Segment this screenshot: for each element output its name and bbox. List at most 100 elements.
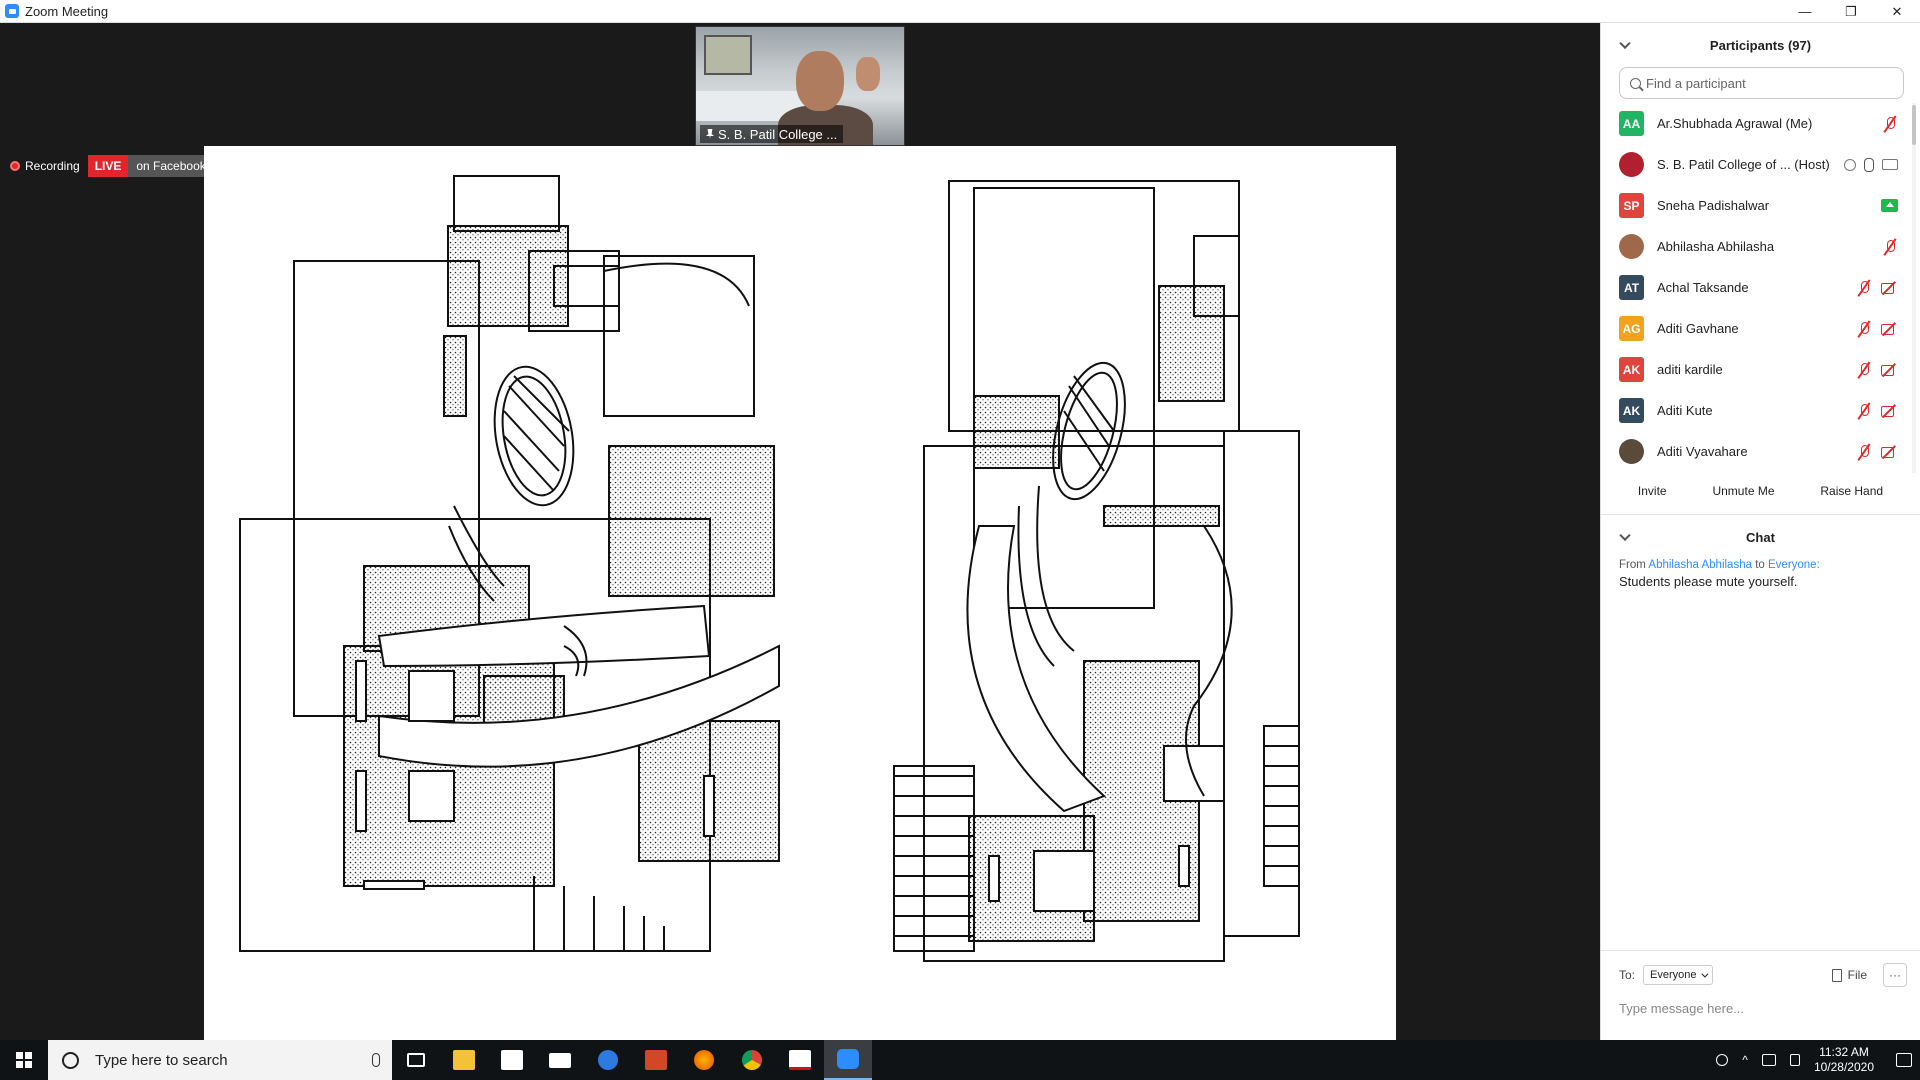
taskbar-clock[interactable]: 11:32 AM 10/28/2020: [1814, 1045, 1874, 1075]
participant-row[interactable]: AK aditi kardile: [1601, 349, 1920, 390]
participant-row[interactable]: AK Aditi Kute: [1601, 390, 1920, 431]
firefox-icon: [694, 1050, 714, 1070]
speaker-video-thumbnail[interactable]: S. B. Patil College ...: [695, 26, 905, 146]
collapse-chat-icon[interactable]: [1619, 529, 1631, 542]
start-button[interactable]: [0, 1040, 48, 1080]
video-off-icon[interactable]: [1880, 281, 1898, 295]
task-view-icon: [407, 1053, 425, 1067]
firefox-button[interactable]: [680, 1040, 728, 1080]
participant-row[interactable]: Aditi Vyavahare: [1601, 431, 1920, 472]
powerpoint-icon: [645, 1050, 667, 1070]
clock-time: 11:32 AM: [1819, 1045, 1869, 1059]
participants-title: Participants (97): [1709, 37, 1812, 53]
participant-scroll-track[interactable]: [1912, 103, 1916, 473]
screen-share-icon[interactable]: [1881, 199, 1898, 212]
network-icon[interactable]: [1761, 1054, 1776, 1066]
unmute-me-button[interactable]: Unmute Me: [1702, 479, 1785, 503]
participant-name: Abhilasha Abhilasha: [1657, 239, 1775, 254]
chat-message-input[interactable]: Type message here...: [1619, 1001, 1903, 1016]
avatar: [1619, 234, 1644, 259]
taskbar-search-placeholder: Type here to search: [95, 1051, 228, 1069]
microphone-icon[interactable]: [1864, 157, 1874, 172]
volume-icon[interactable]: [1789, 1054, 1800, 1066]
video-off-icon[interactable]: [1880, 445, 1898, 459]
participant-row[interactable]: SP Sneha Padishalwar: [1601, 185, 1920, 226]
participant-name: Aditi Vyavahare: [1657, 444, 1748, 459]
zoom-taskbar-button[interactable]: [824, 1040, 872, 1080]
participant-row[interactable]: AT Achal Taksande: [1601, 267, 1920, 308]
participant-actions: Invite Unmute Me Raise Hand: [1601, 473, 1920, 515]
recording-label: Recording: [25, 158, 80, 173]
recording-status-icon[interactable]: [1844, 158, 1856, 171]
acrobat-icon: [789, 1050, 811, 1070]
taskbar-search-box[interactable]: Type here to search: [48, 1040, 392, 1080]
zoom-app-icon: [5, 4, 19, 18]
live-platform-badge[interactable]: on Facebook: [128, 154, 214, 177]
video-off-icon[interactable]: [1880, 404, 1898, 418]
participant-row[interactable]: AA Ar.Shubhada Agrawal (Me): [1601, 103, 1920, 144]
folder-icon: [453, 1050, 475, 1070]
show-hidden-icons-icon[interactable]: ^: [1742, 1053, 1748, 1067]
recording-indicator: Recording LIVE on Facebook: [10, 154, 214, 177]
avatar: SP: [1619, 193, 1644, 218]
participant-scroll-thumb[interactable]: [1912, 105, 1916, 145]
window-titlebar: Zoom Meeting — ❐ ✕: [0, 0, 1920, 23]
muted-microphone-icon[interactable]: [1856, 444, 1872, 460]
edge-button[interactable]: [584, 1040, 632, 1080]
mail-icon: [549, 1052, 571, 1068]
acrobat-button[interactable]: [776, 1040, 824, 1080]
window-title: Zoom Meeting: [25, 3, 109, 19]
video-off-icon[interactable]: [1880, 322, 1898, 336]
muted-microphone-icon[interactable]: [1856, 280, 1872, 296]
live-badge[interactable]: LIVE: [87, 154, 129, 177]
minimize-button[interactable]: —: [1782, 0, 1828, 23]
speaker-name-label: S. B. Patil College ...: [700, 125, 844, 143]
chrome-button[interactable]: [728, 1040, 776, 1080]
notifications-icon[interactable]: [1896, 1053, 1912, 1067]
zoom-icon: [837, 1049, 859, 1069]
participant-name: Sneha Padishalwar: [1657, 198, 1770, 213]
participant-search-input[interactable]: Find a participant: [1619, 67, 1904, 99]
chat-file-button[interactable]: File: [1831, 968, 1867, 982]
task-view-button[interactable]: [392, 1040, 440, 1080]
chat-header: Chat: [1601, 515, 1920, 559]
chat-title: Chat: [1746, 529, 1775, 545]
powerpoint-button[interactable]: [632, 1040, 680, 1080]
muted-microphone-icon[interactable]: [1856, 403, 1872, 419]
raise-hand-button[interactable]: Raise Hand: [1810, 479, 1894, 503]
microphone-icon[interactable]: [372, 1053, 380, 1067]
people-icon[interactable]: [1716, 1054, 1729, 1066]
chat-composer: To: Everyone File ··· Type message here.…: [1601, 950, 1920, 1040]
muted-microphone-icon[interactable]: [1856, 321, 1872, 337]
store-button[interactable]: [488, 1040, 536, 1080]
participant-row[interactable]: S. B. Patil College of ... (Host): [1601, 144, 1920, 185]
collapse-participants-icon[interactable]: [1619, 37, 1631, 50]
invite-button[interactable]: Invite: [1627, 479, 1677, 503]
chat-recipient-select[interactable]: Everyone: [1643, 965, 1713, 985]
file-explorer-button[interactable]: [440, 1040, 488, 1080]
video-camera-icon[interactable]: [1882, 159, 1898, 170]
muted-microphone-icon[interactable]: [1882, 239, 1898, 255]
record-dot-icon: [10, 160, 20, 171]
store-icon: [501, 1050, 523, 1070]
video-off-icon[interactable]: [1880, 363, 1898, 377]
chat-more-button[interactable]: ···: [1883, 963, 1907, 987]
participant-name: Achal Taksande: [1657, 280, 1749, 295]
muted-microphone-icon[interactable]: [1856, 362, 1872, 378]
edge-icon: [598, 1050, 618, 1070]
participant-list: AA Ar.Shubhada Agrawal (Me) S. B. Patil Co…: [1601, 103, 1920, 473]
restore-button[interactable]: ❐: [1828, 0, 1874, 23]
mail-button[interactable]: [536, 1040, 584, 1080]
chat-sender-link[interactable]: Abhilasha Abhilasha: [1648, 559, 1752, 571]
floor-plan-drawing: [239, 175, 1300, 962]
participant-row[interactable]: Abhilasha Abhilasha: [1601, 226, 1920, 267]
avatar: AT: [1619, 275, 1644, 300]
muted-microphone-icon[interactable]: [1882, 116, 1898, 132]
search-icon: [1630, 77, 1641, 89]
chat-message-meta: From Abhilasha Abhilasha to Everyone:: [1619, 559, 1820, 571]
close-button[interactable]: ✕: [1874, 0, 1920, 23]
participant-row[interactable]: AG Aditi Gavhane: [1601, 308, 1920, 349]
chat-recipient-link[interactable]: Everyone:: [1768, 559, 1820, 571]
clock-date: 10/28/2020: [1813, 1060, 1874, 1074]
avatar: [1619, 439, 1644, 464]
